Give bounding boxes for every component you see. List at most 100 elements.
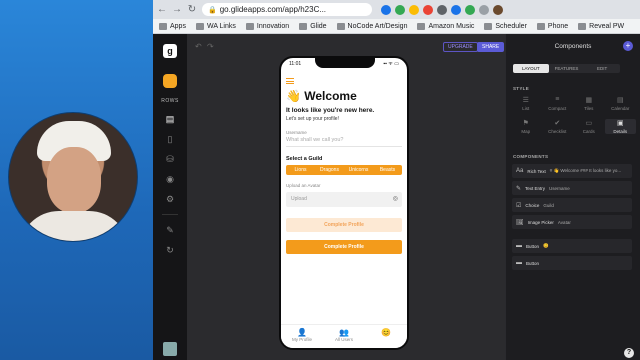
tab-features[interactable]: FEATURES xyxy=(549,64,585,73)
help-button[interactable]: ? xyxy=(624,348,634,358)
component-button[interactable]: ▬ Button 😊 xyxy=(512,239,632,253)
extension-icon[interactable] xyxy=(451,4,461,15)
webcam-face xyxy=(47,147,101,213)
extension-icon[interactable] xyxy=(437,4,447,15)
button-icon: ▬ xyxy=(516,260,522,266)
tiles-icon: ▦ xyxy=(585,97,593,104)
panel-title: Components xyxy=(554,43,592,50)
username-label: Username xyxy=(286,130,307,135)
upgrade-button[interactable]: UPGRADE xyxy=(443,42,478,52)
settings-icon[interactable]: ⚙ xyxy=(165,194,175,204)
panel-tabs: LAYOUT FEATURES EDIT xyxy=(513,64,620,73)
upload-placeholder: Upload xyxy=(291,196,307,202)
guild-option-beasts[interactable]: Beasts xyxy=(373,165,402,175)
redo-icon[interactable]: ↷ xyxy=(207,42,214,51)
style-calendar[interactable]: ▤ Calendar xyxy=(605,96,637,111)
lock-icon: 🔒 xyxy=(208,6,217,14)
bookmark-glide[interactable]: Glide xyxy=(299,22,327,30)
folder-icon xyxy=(245,22,254,30)
forward-icon[interactable]: → xyxy=(172,4,182,15)
app-icon[interactable] xyxy=(163,74,177,88)
bookmark-phone[interactable]: Phone xyxy=(536,22,568,30)
bookmark-scheduler[interactable]: Scheduler xyxy=(484,22,527,30)
builder-canvas: ↶ ↷ UPGRADE SHARE 11:01 ▪▪ ᯤ ▭ 👋 Welcome… xyxy=(187,34,505,360)
share-button[interactable]: SHARE xyxy=(477,42,505,52)
layout-icon[interactable]: ▤ xyxy=(165,114,175,124)
back-icon[interactable]: ← xyxy=(157,4,167,15)
style-cards[interactable]: ▭ Cards xyxy=(573,119,605,134)
phone-preview-icon[interactable]: ▯ xyxy=(165,134,175,144)
sync-icon[interactable]: ↻ xyxy=(165,245,175,255)
bookmark-wa-links[interactable]: WA Links xyxy=(195,22,236,30)
tab-all-users[interactable]: 👥 All Users xyxy=(323,325,365,348)
extension-icon[interactable] xyxy=(409,4,419,15)
style-tiles[interactable]: ▦ Tiles xyxy=(573,96,605,111)
component-image-picker[interactable]: 🖼 Image Picker Avatar xyxy=(512,215,632,229)
bookmark-innovation[interactable]: Innovation xyxy=(245,22,289,30)
style-label: STYLE xyxy=(513,86,530,91)
tab-my-profile[interactable]: 👤 My Profile xyxy=(281,325,323,348)
users-icon[interactable]: ◉ xyxy=(165,174,175,184)
details-icon: ▣ xyxy=(616,120,624,127)
edit-icon[interactable]: ✎ xyxy=(165,225,175,235)
data-icon[interactable]: ⛁ xyxy=(165,154,175,164)
tab-layout[interactable]: LAYOUT xyxy=(513,64,549,73)
bookmark-apps[interactable]: Apps xyxy=(159,22,186,30)
extension-icon[interactable] xyxy=(479,4,489,15)
tab-smiley[interactable]: 😊 xyxy=(365,325,407,348)
style-list[interactable]: ☰ List xyxy=(510,96,542,111)
user-avatar[interactable] xyxy=(163,342,177,356)
components-list: Aa Rich Text # 👋 Welcome ### It looks like… xyxy=(512,164,632,273)
bookmark-reveal-pw[interactable]: Reveal PW xyxy=(578,22,624,30)
bookmark-nocode[interactable]: NoCode Art/Design xyxy=(336,22,407,30)
hamburger-menu-icon[interactable] xyxy=(286,78,294,84)
guild-choice: Lions Dragons Unicorns Beasts xyxy=(286,165,402,175)
component-button[interactable]: ▬ Button xyxy=(512,256,632,270)
rich-text-icon: Aa xyxy=(516,168,524,174)
extension-icon[interactable] xyxy=(381,4,391,15)
username-input[interactable]: What shall we call you? xyxy=(286,137,402,147)
guild-option-lions[interactable]: Lions xyxy=(286,165,315,175)
style-compact[interactable]: ≡ Compact xyxy=(542,96,574,111)
glide-logo[interactable]: g xyxy=(163,44,177,58)
profile-avatar[interactable] xyxy=(493,4,503,15)
complete-profile-button[interactable]: Complete Profile xyxy=(286,240,402,254)
style-checklist[interactable]: ✔ Checklist xyxy=(542,119,574,134)
complete-profile-disabled-button[interactable]: Complete Profile xyxy=(286,218,402,232)
components-panel: Components + LAYOUT FEATURES EDIT STYLE … xyxy=(505,34,640,360)
guild-option-unicorns[interactable]: Unicorns xyxy=(344,165,373,175)
style-details[interactable]: ▣ Details xyxy=(604,119,636,134)
canvas-toolbar: ↶ ↷ UPGRADE SHARE xyxy=(187,42,505,54)
component-text-entry[interactable]: ✎ Text Entry Username xyxy=(512,181,632,195)
style-map[interactable]: ⚑ Map xyxy=(510,119,542,134)
map-icon: ⚑ xyxy=(522,120,529,127)
choice-icon: ☑ xyxy=(516,202,522,209)
users-icon: 👥 xyxy=(339,328,349,337)
reload-icon[interactable]: ↻ xyxy=(187,4,197,15)
component-rich-text[interactable]: Aa Rich Text # 👋 Welcome ### It looks like… xyxy=(512,164,632,178)
extension-icon[interactable] xyxy=(395,4,405,15)
add-component-button[interactable]: + xyxy=(623,41,633,51)
undo-icon[interactable]: ↶ xyxy=(195,42,202,51)
component-choice[interactable]: ☑ Choice Guild xyxy=(512,198,632,212)
avatar-upload[interactable]: Upload ◎ xyxy=(286,192,402,207)
folder-icon xyxy=(195,22,204,30)
music-icon xyxy=(417,22,426,30)
welcome-title: 👋 Welcome xyxy=(286,89,357,103)
bookmark-amazon-music[interactable]: Amazon Music xyxy=(417,22,474,30)
webcam-overlay xyxy=(8,112,138,242)
divider xyxy=(162,214,178,215)
list-icon: ☰ xyxy=(522,97,529,104)
phone-preview: 11:01 ▪▪ ᯤ ▭ 👋 Welcome It looks like you… xyxy=(279,56,409,350)
calendar-icon: ▤ xyxy=(616,97,624,104)
extension-icon[interactable] xyxy=(423,4,433,15)
guild-option-dragons[interactable]: Dragons xyxy=(315,165,344,175)
url-field[interactable]: 🔒 go.glideapps.com/app/h23C... xyxy=(202,3,372,16)
status-time: 11:01 xyxy=(289,61,302,67)
profile-icon: 👤 xyxy=(297,328,307,337)
extension-icon[interactable] xyxy=(465,4,475,15)
tab-edit[interactable]: EDIT xyxy=(584,64,620,73)
folder-icon xyxy=(299,22,308,30)
glide-app: g ROWS ▤ ▯ ⛁ ◉ ⚙ ✎ ↻ ↶ ↷ UPGRADE SHARE 1… xyxy=(153,34,640,360)
phone-icon xyxy=(536,22,545,30)
